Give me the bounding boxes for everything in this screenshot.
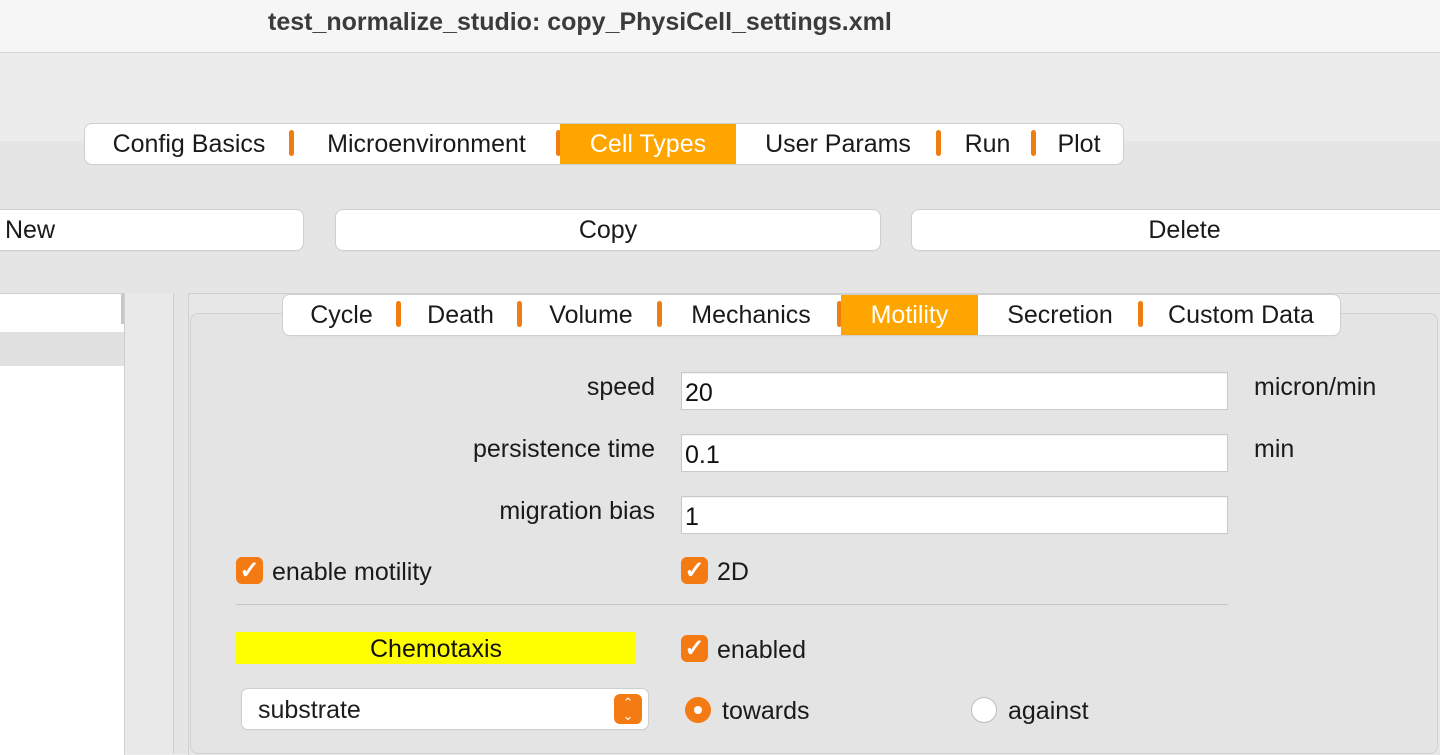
list-scrollbar[interactable] bbox=[121, 294, 124, 324]
tab-label: Mechanics bbox=[691, 301, 811, 329]
towards-radio[interactable] bbox=[685, 697, 711, 723]
tab-run[interactable]: Run bbox=[940, 124, 1036, 164]
speed-units: micron/min bbox=[1254, 373, 1377, 401]
splitter-gutter[interactable] bbox=[125, 293, 174, 754]
persistence-time-field[interactable] bbox=[681, 434, 1228, 472]
tab-cycle[interactable]: Cycle bbox=[283, 295, 401, 335]
copy-button[interactable]: Copy bbox=[336, 210, 880, 250]
tab-volume[interactable]: Volume bbox=[521, 295, 662, 335]
tab-plot[interactable]: Plot bbox=[1035, 124, 1123, 164]
tab-custom-data[interactable]: Custom Data bbox=[1142, 295, 1340, 335]
main-tab-bar: Config Basics Microenvironment Cell Type… bbox=[85, 124, 1123, 164]
speed-label: speed bbox=[586, 373, 655, 401]
towards-label: towards bbox=[722, 697, 810, 725]
speed-field[interactable] bbox=[681, 372, 1228, 410]
checkmark-icon: ✓ bbox=[239, 557, 260, 584]
window-title: test_normalize_studio: copy_PhysiCell_se… bbox=[268, 8, 892, 36]
tab-label: Microenvironment bbox=[327, 130, 526, 158]
against-label: against bbox=[1008, 697, 1089, 725]
migration-bias-label: migration bias bbox=[499, 497, 655, 525]
speed-input[interactable] bbox=[682, 373, 1227, 409]
tab-cell-types[interactable]: Cell Types bbox=[560, 124, 736, 164]
tab-label: Cycle bbox=[310, 301, 373, 329]
sub-tab-bar: Cycle Death Volume Mechanics Motility Se… bbox=[283, 295, 1340, 335]
chemotaxis-enabled-checkbox[interactable]: ✓ bbox=[681, 635, 708, 662]
two-d-label: 2D bbox=[717, 558, 749, 586]
migration-bias-input[interactable] bbox=[682, 497, 1227, 533]
substrate-select-value: substrate bbox=[258, 696, 361, 724]
tab-secretion[interactable]: Secretion bbox=[978, 295, 1143, 335]
window-titlebar: test_normalize_studio: copy_PhysiCell_se… bbox=[0, 0, 1440, 53]
persistence-time-units: min bbox=[1254, 435, 1295, 463]
tab-microenvironment[interactable]: Microenvironment bbox=[293, 124, 561, 164]
persistence-time-label: persistence time bbox=[472, 435, 655, 463]
cell-type-list[interactable] bbox=[0, 293, 125, 755]
new-button-label: New bbox=[5, 216, 56, 244]
new-button[interactable]: New bbox=[0, 210, 303, 250]
list-item-selected[interactable] bbox=[0, 332, 124, 366]
tab-label: Volume bbox=[549, 301, 633, 329]
tab-user-params[interactable]: User Params bbox=[736, 124, 941, 164]
chevron-up-down-icon: ⌃ ⌄ bbox=[614, 694, 642, 724]
section-divider bbox=[236, 604, 1228, 605]
tab-label: Run bbox=[964, 130, 1011, 158]
tab-motility[interactable]: Motility bbox=[841, 295, 978, 335]
enable-motility-label: enable motility bbox=[272, 558, 432, 586]
tab-label: User Params bbox=[765, 130, 911, 158]
persistence-time-input[interactable] bbox=[682, 435, 1227, 471]
substrate-select[interactable]: substrate ⌃ ⌄ bbox=[242, 689, 648, 729]
delete-button[interactable]: Delete bbox=[912, 210, 1440, 250]
tab-label: Cell Types bbox=[589, 130, 707, 158]
against-radio[interactable] bbox=[971, 697, 997, 723]
chemotaxis-header: Chemotaxis bbox=[236, 632, 636, 664]
tab-label: Death bbox=[427, 301, 494, 329]
tab-config-basics[interactable]: Config Basics bbox=[85, 124, 294, 164]
checkmark-icon: ✓ bbox=[684, 557, 705, 584]
tab-label: Motility bbox=[870, 301, 949, 329]
tab-death[interactable]: Death bbox=[400, 295, 522, 335]
tab-label: Plot bbox=[1057, 130, 1101, 158]
migration-bias-field[interactable] bbox=[681, 496, 1228, 534]
enable-motility-checkbox[interactable]: ✓ bbox=[236, 557, 263, 584]
tab-label: Secretion bbox=[1007, 301, 1113, 329]
two-d-checkbox[interactable]: ✓ bbox=[681, 557, 708, 584]
tab-mechanics[interactable]: Mechanics bbox=[661, 295, 842, 335]
chemotaxis-enabled-label: enabled bbox=[717, 636, 806, 664]
checkmark-icon: ✓ bbox=[684, 635, 705, 662]
tab-label: Config Basics bbox=[112, 130, 266, 158]
tab-label: Custom Data bbox=[1168, 301, 1314, 329]
